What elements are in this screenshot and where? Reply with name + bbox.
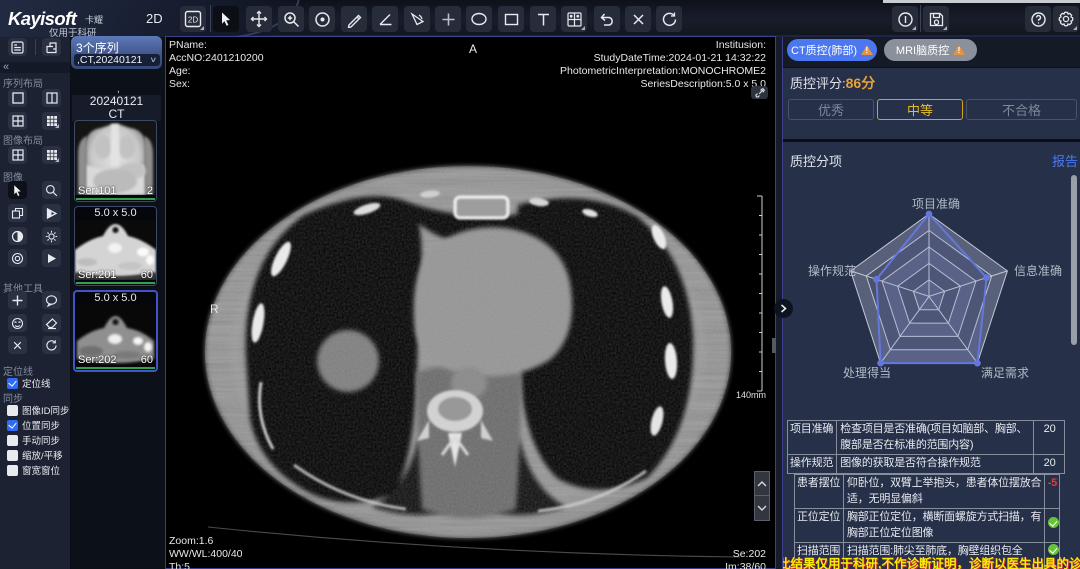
svg-text:140mm: 140mm [736, 390, 766, 400]
svg-text:2D: 2D [188, 16, 198, 25]
